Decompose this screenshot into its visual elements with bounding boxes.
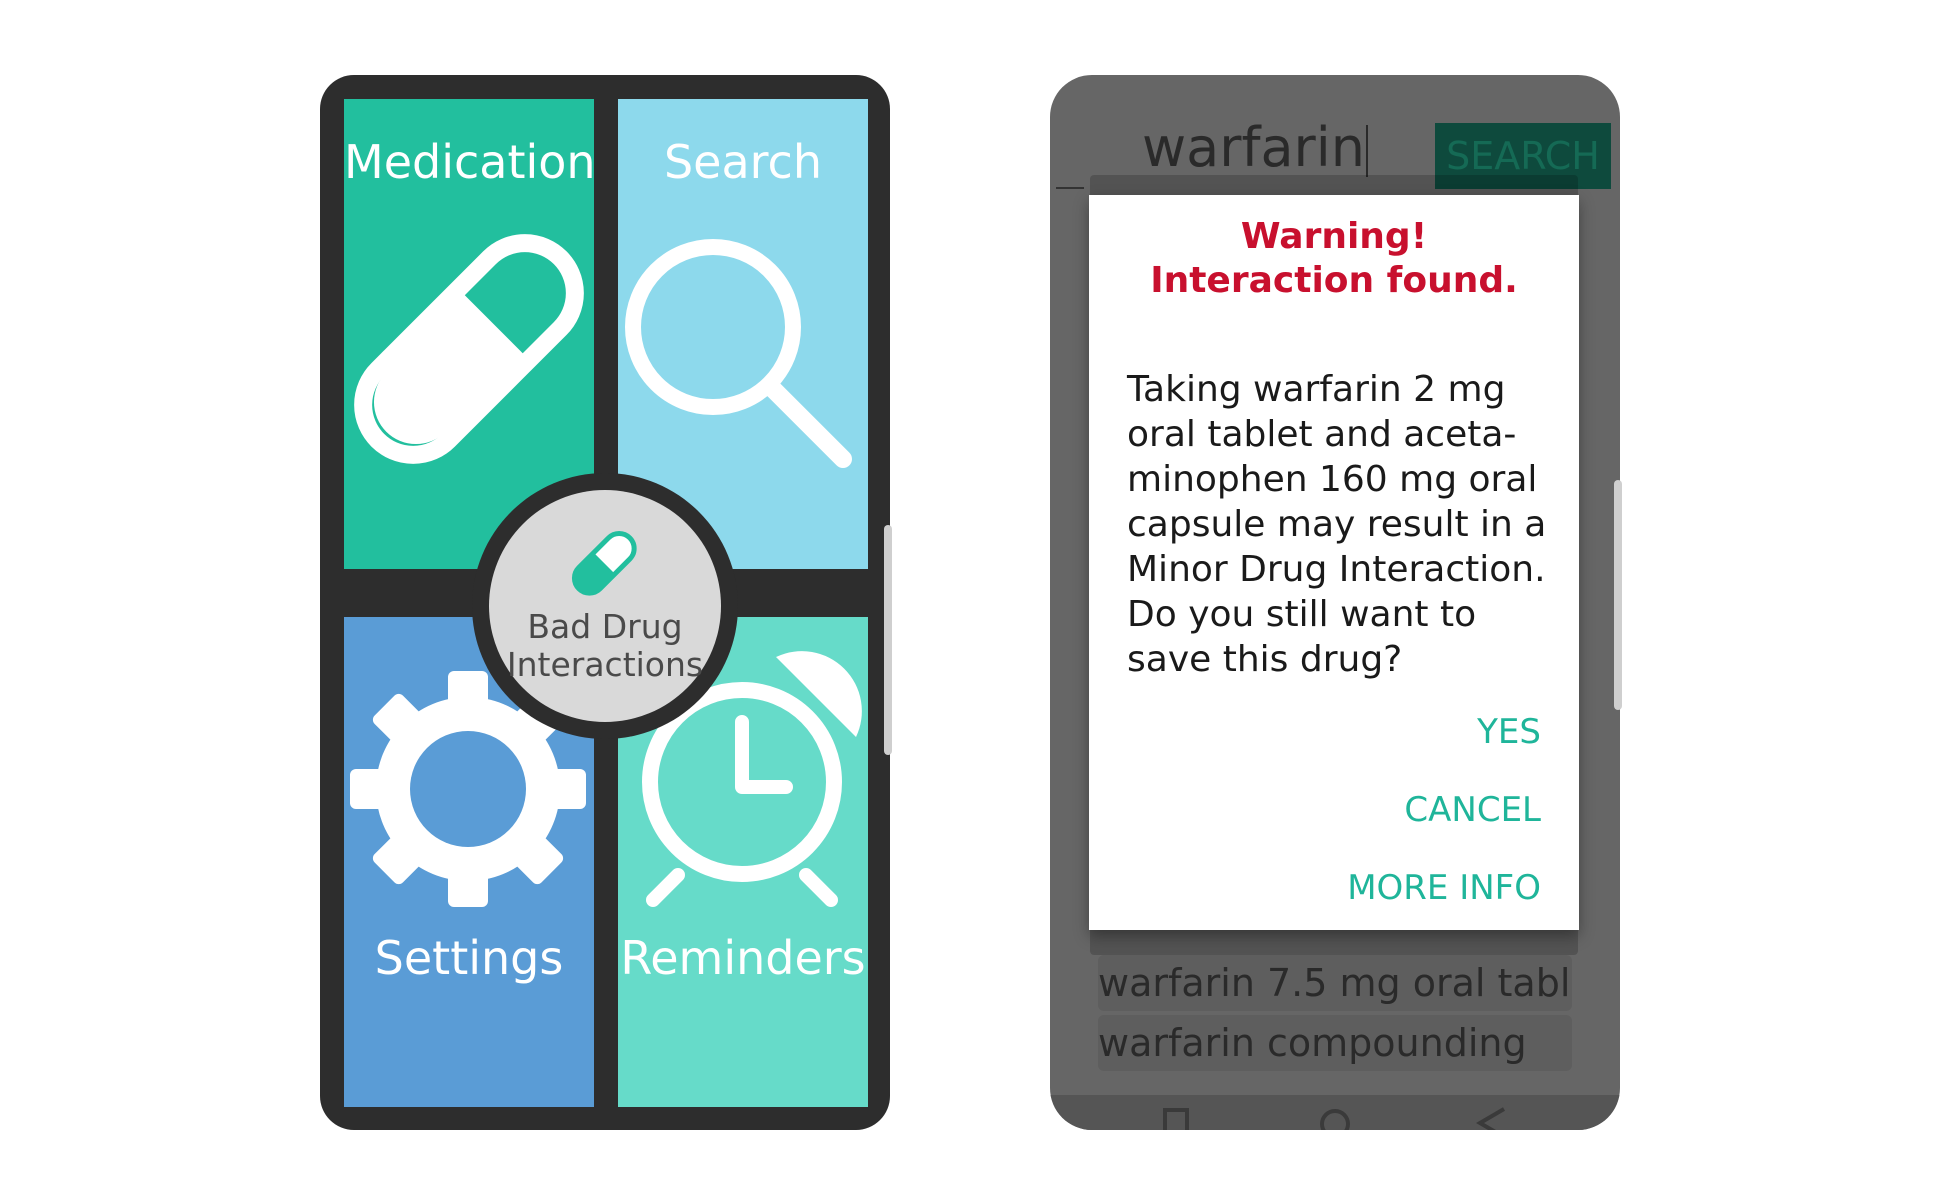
dialog-message-line: capsule may result in a — [1127, 504, 1547, 545]
result-item[interactable]: warfarin compounding — [1098, 1015, 1572, 1071]
dialog-message-line: oral tablet and aceta- — [1127, 414, 1517, 455]
dialog-message: Taking warfarin 2 mg oral tablet and ace… — [1127, 367, 1547, 682]
home-icon[interactable] — [1318, 1107, 1352, 1130]
app-name-line1: Bad Drug — [527, 607, 683, 646]
search-input[interactable]: warfarin — [1142, 113, 1422, 183]
text-caret — [1366, 125, 1368, 178]
dialog-message-line: Minor Drug Interaction. — [1127, 549, 1546, 590]
app-logo-badge: Bad Drug Interactions — [489, 490, 721, 722]
pill-icon — [571, 530, 637, 596]
android-nav-bar — [1050, 1095, 1620, 1130]
more-info-button[interactable]: MORE INFO — [1347, 868, 1541, 908]
dialog-message-line: Taking warfarin 2 mg — [1127, 369, 1506, 410]
app-logo: Bad Drug Interactions — [472, 473, 738, 739]
recent-apps-icon[interactable] — [1162, 1107, 1190, 1130]
dialog-title: Warning! Interaction found. — [1089, 215, 1579, 303]
dialog-title-line2: Interaction found. — [1150, 260, 1518, 301]
dialog-message-line: Do you still want to — [1127, 594, 1477, 635]
home-screen-phone: Medications Search Settings Reminders Ba… — [320, 75, 890, 1130]
cancel-button[interactable]: CANCEL — [1404, 790, 1541, 830]
scroll-handle[interactable] — [1614, 480, 1622, 710]
settings-label: Settings — [374, 931, 564, 985]
result-item[interactable]: warfarin 7.5 mg oral tablet — [1098, 955, 1572, 1011]
scroll-handle[interactable] — [884, 525, 892, 755]
yes-button[interactable]: YES — [1477, 712, 1541, 752]
dialog-message-line: minophen 160 mg oral — [1127, 459, 1538, 500]
interaction-warning-dialog: Warning! Interaction found. Taking warfa… — [1089, 195, 1579, 930]
dialog-title-line1: Warning! — [1240, 216, 1428, 257]
reminders-label: Reminders — [620, 931, 866, 985]
search-query: warfarin — [1142, 116, 1365, 179]
app-name: Bad Drug Interactions — [489, 608, 721, 684]
app-name-line2: Interactions — [506, 645, 704, 684]
dialog-message-line: save this drug? — [1127, 639, 1403, 680]
back-icon[interactable] — [1474, 1107, 1508, 1130]
input-underline — [1056, 187, 1084, 189]
